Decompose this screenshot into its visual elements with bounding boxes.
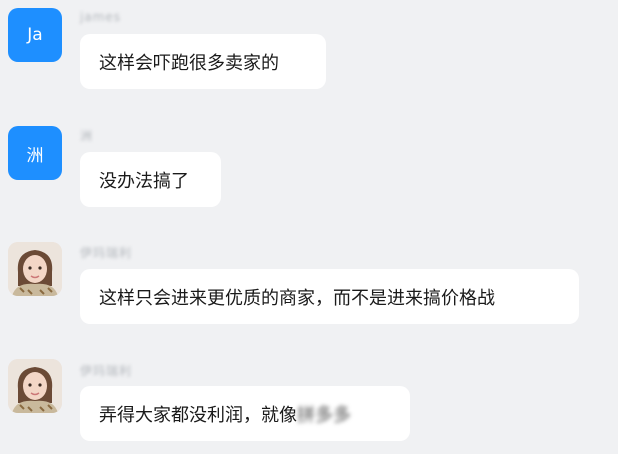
message-text: 没办法搞了 [99,170,189,192]
message-text: 这样只会进来更优质的商家，而不是进来搞价格战 [99,287,495,309]
message-text: 弄得大家都没利润，就像 [99,404,297,426]
message-bubble[interactable]: 这样只会进来更优质的商家，而不是进来搞价格战 [80,269,579,324]
message-text: 这样会吓跑很多卖家的 [99,52,279,74]
avatar[interactable] [8,359,62,413]
sender-name: 伊玛瑞利 [80,246,133,260]
sender-name: 伊玛瑞利 [80,364,133,378]
avatar-initials: 洲 [26,145,44,166]
message-bubble[interactable]: 弄得大家都没利润，就像 拼多多 [80,386,410,441]
girl-portrait-icon [8,359,62,413]
girl-portrait-icon [8,242,62,296]
blurred-text: 拼多多 [297,404,351,426]
avatar-initials: Ja [27,25,43,45]
avatar[interactable]: Ja [8,8,62,62]
sender-name: 洲 [80,129,94,143]
message-bubble[interactable]: 这样会吓跑很多卖家的 [80,34,326,89]
message-bubble[interactable]: 没办法搞了 [80,152,221,207]
sender-name: james [80,10,122,24]
avatar[interactable] [8,242,62,296]
avatar[interactable]: 洲 [8,126,62,180]
